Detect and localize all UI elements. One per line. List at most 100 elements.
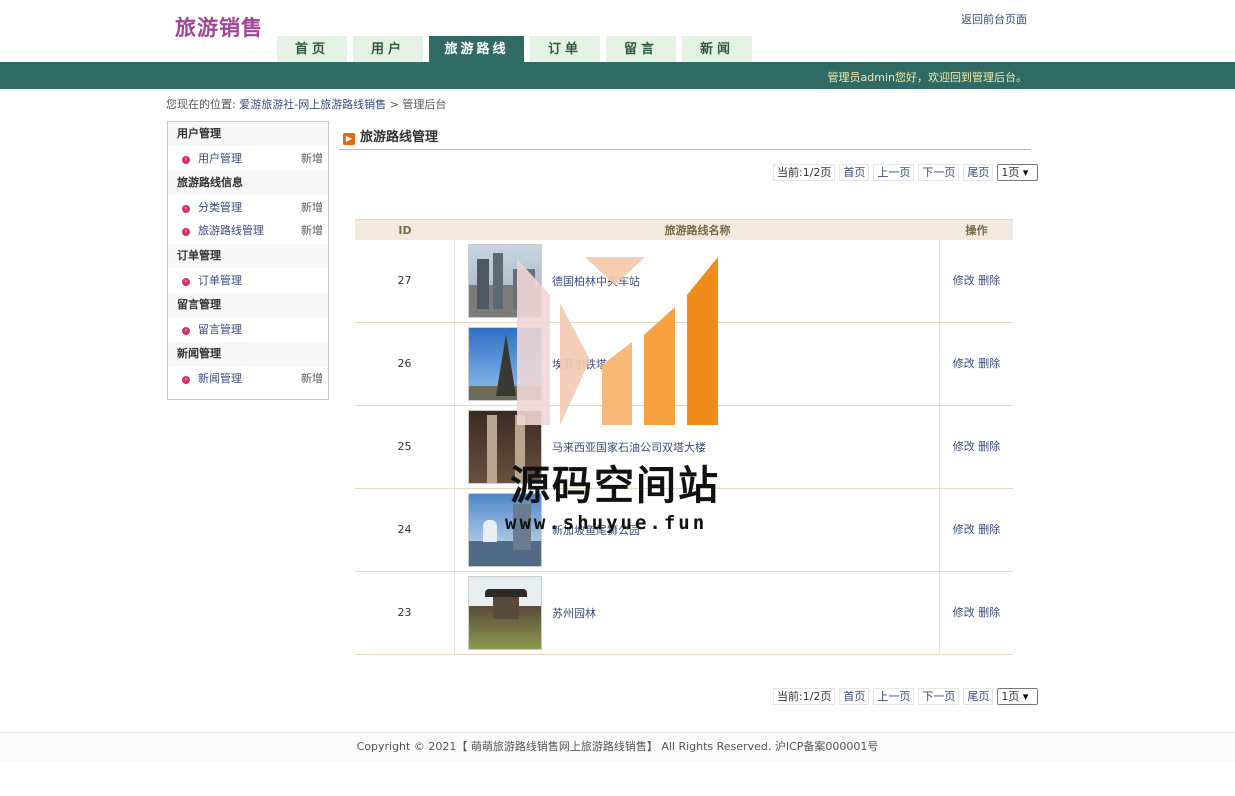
pager-prev-link[interactable]: 上一页 (873, 687, 915, 705)
table-row: 27 德国柏林中央车站 修改 删除 (355, 240, 1013, 323)
sidebar-add-link[interactable]: 新增 (301, 195, 323, 220)
sidebar-item-label[interactable]: 旅游路线管理 (198, 224, 264, 237)
route-name-link[interactable]: 马来西亚国家石油公司双塔大楼 (552, 439, 706, 455)
tab-routes[interactable]: 旅游路线 (429, 36, 524, 62)
welcome-text: 管理员admin您好，欢迎回到管理后台。 (827, 71, 1027, 84)
row-id: 24 (355, 489, 455, 571)
pager-prev-link[interactable]: 上一页 (873, 163, 915, 181)
edit-link[interactable]: 修改 (953, 357, 975, 370)
pagination-bottom: 当前:1/2页 首页 上一页 下一页 尾页 1页 ▾ (773, 687, 1042, 705)
delete-link[interactable]: 删除 (978, 357, 1000, 370)
title-divider (339, 149, 1031, 150)
site-logo: 旅游销售 (175, 16, 263, 40)
sidebar-item-category-manage[interactable]: › 分类管理 新增 (168, 195, 328, 220)
return-frontend-link[interactable]: 返回前台页面 (961, 11, 1027, 27)
row-actions: 修改 删除 (940, 572, 1013, 654)
column-header-id: ID (398, 224, 412, 237)
row-name-cell: 新加坡鱼尾狮公园 (455, 489, 940, 571)
routes-table: ID 旅游路线名称 操作 27 德国柏林中央车站 修改 删除 26 埃菲尔铁塔 … (355, 219, 1013, 655)
route-name-link[interactable]: 埃菲尔铁塔 (552, 356, 607, 372)
edit-link[interactable]: 修改 (953, 523, 975, 536)
table-row: 23 苏州园林 修改 删除 (355, 572, 1013, 655)
arrow-right-icon: ▶ (343, 133, 355, 145)
pager-first-link[interactable]: 首页 (839, 687, 870, 705)
edit-link[interactable]: 修改 (953, 440, 975, 453)
pager-last-link[interactable]: 尾页 (963, 687, 994, 705)
tab-users[interactable]: 用户 (353, 36, 423, 62)
route-thumbnail[interactable] (468, 493, 542, 567)
sidebar-add-link[interactable]: 新增 (301, 366, 323, 391)
sidebar-add-link[interactable]: 新增 (301, 146, 323, 171)
delete-link[interactable]: 删除 (978, 523, 1000, 536)
sidebar-item-label[interactable]: 订单管理 (198, 274, 242, 287)
sidebar-item-label[interactable]: 新闻管理 (198, 372, 242, 385)
row-name-cell: 马来西亚国家石油公司双塔大楼 (455, 406, 940, 488)
table-row: 25 马来西亚国家石油公司双塔大楼 修改 删除 (355, 406, 1013, 489)
admin-sidebar: 用户管理 › 用户管理 新增 旅游路线信息 › 分类管理 新增 › 旅游路线管理 新增… (167, 121, 329, 400)
route-name-link[interactable]: 新加坡鱼尾狮公园 (552, 522, 640, 538)
table-header: ID 旅游路线名称 操作 (355, 219, 1013, 240)
pager-current: 当前:1/2页 (773, 687, 836, 705)
tab-orders[interactable]: 订单 (530, 36, 600, 62)
row-name-cell: 苏州园林 (455, 572, 940, 654)
row-name-cell: 德国柏林中央车站 (455, 240, 940, 322)
sidebar-item-label[interactable]: 留言管理 (198, 323, 242, 336)
pager-last-link[interactable]: 尾页 (963, 163, 994, 181)
sidebar-item-order-manage[interactable]: › 订单管理 (168, 268, 328, 293)
sidebar-item-news-manage[interactable]: › 新闻管理 新增 (168, 366, 328, 391)
sidebar-item-label[interactable]: 用户管理 (198, 152, 242, 165)
pager-next-link[interactable]: 下一页 (918, 687, 960, 705)
bullet-arrow-icon: › (182, 278, 190, 286)
bullet-arrow-icon: › (182, 376, 190, 384)
bullet-arrow-icon: › (182, 205, 190, 213)
sidebar-item-route-manage[interactable]: › 旅游路线管理 新增 (168, 220, 328, 244)
delete-link[interactable]: 删除 (978, 274, 1000, 287)
route-thumbnail[interactable] (468, 327, 542, 401)
breadcrumb-site-link[interactable]: 爱游旅游社-网上旅游路线销售 (239, 98, 386, 111)
footer-copyright: Copyright © 2021【 萌萌旅游路线销售网上旅游路线销售】 All … (356, 740, 879, 753)
page-title-text: 旅游路线管理 (360, 130, 439, 145)
sidebar-group-users: 用户管理 (168, 122, 328, 146)
row-actions: 修改 删除 (940, 240, 1013, 322)
row-id: 26 (355, 323, 455, 405)
sidebar-item-user-manage[interactable]: › 用户管理 新增 (168, 146, 328, 171)
breadcrumb-current: 管理后台 (402, 98, 447, 111)
table-row: 26 埃菲尔铁塔 修改 删除 (355, 323, 1013, 406)
pagination-top: 当前:1/2页 首页 上一页 下一页 尾页 1页 ▾ (773, 163, 1042, 181)
row-actions: 修改 删除 (940, 323, 1013, 405)
page-select[interactable]: 1页 ▾ (997, 163, 1039, 181)
sidebar-group-orders: 订单管理 (168, 244, 328, 268)
edit-link[interactable]: 修改 (953, 274, 975, 287)
bullet-arrow-icon: › (182, 228, 190, 236)
sidebar-group-routes: 旅游路线信息 (168, 171, 328, 195)
route-thumbnail[interactable] (468, 244, 542, 318)
route-thumbnail[interactable] (468, 576, 542, 650)
pager-first-link[interactable]: 首页 (839, 163, 870, 181)
pager-next-link[interactable]: 下一页 (918, 163, 960, 181)
tab-home[interactable]: 首页 (277, 36, 347, 62)
route-name-link[interactable]: 德国柏林中央车站 (552, 273, 640, 289)
row-id: 25 (355, 406, 455, 488)
row-actions: 修改 删除 (940, 489, 1013, 571)
page-select-value: 1页 (1001, 165, 1020, 179)
delete-link[interactable]: 删除 (978, 440, 1000, 453)
delete-link[interactable]: 删除 (978, 606, 1000, 619)
sidebar-item-message-manage[interactable]: › 留言管理 (168, 317, 328, 342)
bullet-arrow-icon: › (182, 156, 190, 164)
edit-link[interactable]: 修改 (953, 606, 975, 619)
page-select[interactable]: 1页 ▾ (997, 687, 1039, 705)
page-select-value: 1页 (1001, 689, 1020, 703)
header-bar: 管理员admin您好，欢迎回到管理后台。 (0, 62, 1235, 89)
sidebar-group-news: 新闻管理 (168, 342, 328, 366)
row-id: 23 (355, 572, 455, 654)
route-thumbnail[interactable] (468, 410, 542, 484)
breadcrumb: 您现在的位置: 爱游旅游社-网上旅游路线销售 > 管理后台 (166, 96, 446, 112)
sidebar-item-label[interactable]: 分类管理 (198, 201, 242, 214)
breadcrumb-prefix: 您现在的位置: (166, 98, 236, 111)
breadcrumb-separator: > (389, 98, 399, 111)
column-header-op: 操作 (965, 224, 988, 237)
route-name-link[interactable]: 苏州园林 (552, 605, 596, 621)
tab-messages[interactable]: 留言 (606, 36, 676, 62)
tab-news[interactable]: 新闻 (682, 36, 752, 62)
sidebar-add-link[interactable]: 新增 (301, 220, 323, 242)
